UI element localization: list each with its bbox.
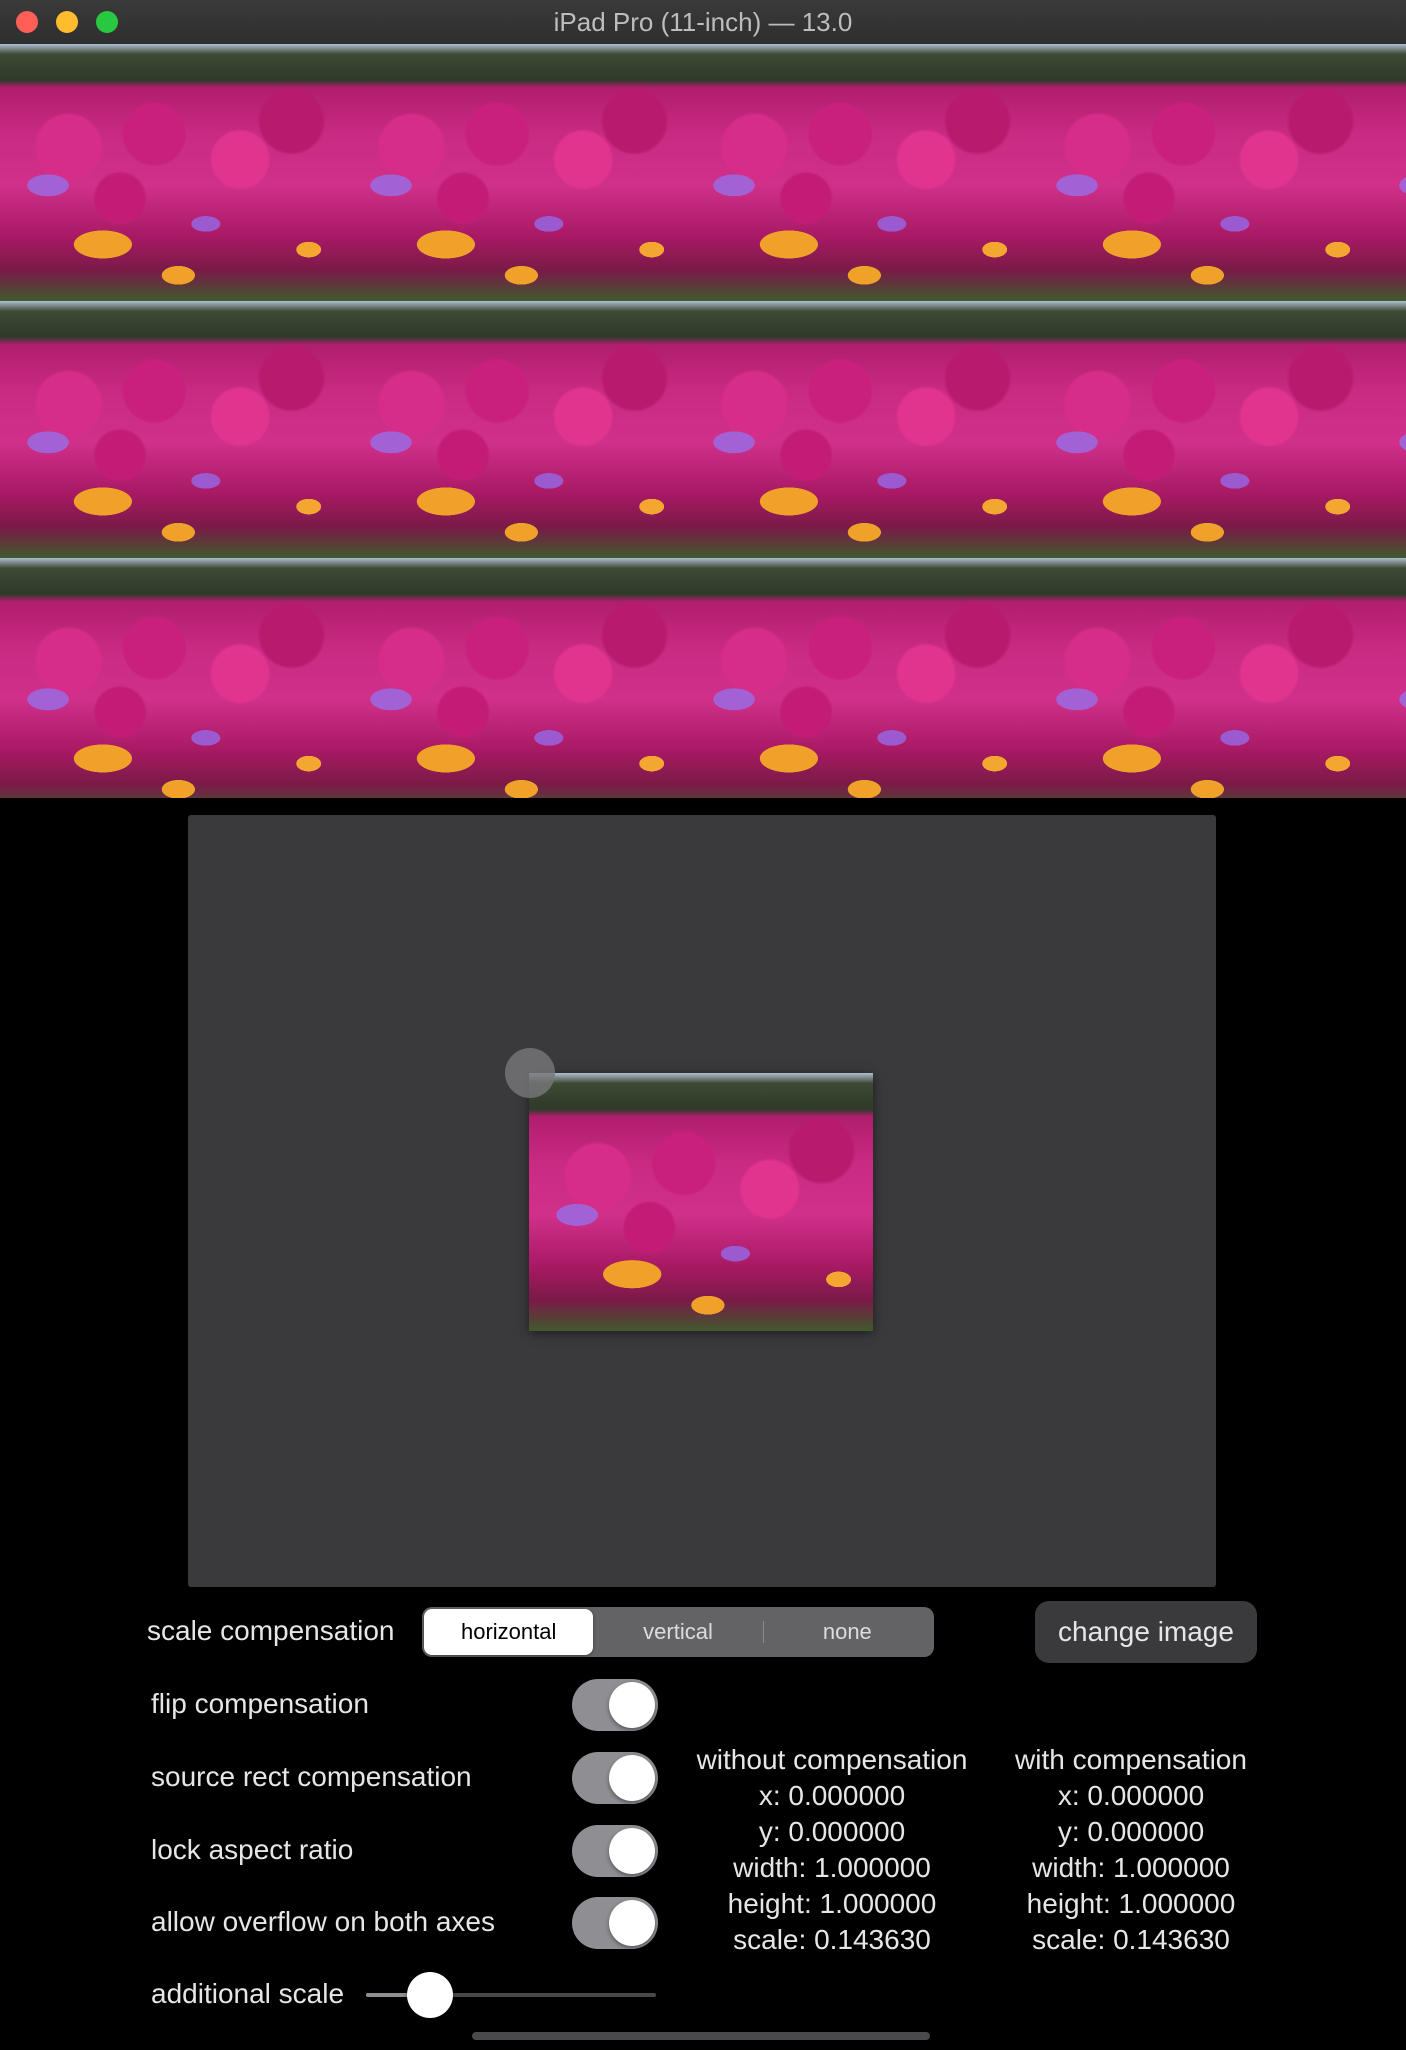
flip-compensation-toggle[interactable] — [572, 1679, 658, 1731]
result-width: width: 1.000000 — [733, 1852, 931, 1883]
home-indicator — [472, 2032, 930, 2040]
results-heading: with compensation — [1015, 1744, 1247, 1775]
allow-overflow-toggle[interactable] — [572, 1897, 658, 1949]
image-tile — [1372, 44, 1406, 301]
window-title: iPad Pro (11-inch) — 13.0 — [553, 7, 853, 37]
image-tile — [686, 44, 1029, 301]
toggle-knob — [609, 1682, 655, 1728]
resize-handle[interactable] — [505, 1048, 555, 1098]
image-tile — [343, 301, 686, 558]
result-width: width: 1.000000 — [1032, 1852, 1230, 1883]
with-compensation-results: with compensation x: 0.000000 y: 0.00000… — [1002, 1742, 1260, 1958]
image-tile — [686, 301, 1029, 558]
additional-scale-slider-thumb[interactable] — [406, 1972, 453, 2018]
result-scale: scale: 0.143630 — [733, 1924, 931, 1955]
image-tile — [0, 558, 343, 798]
image-tile — [0, 44, 343, 301]
source-rect-compensation-label: source rect compensation — [151, 1761, 472, 1792]
additional-scale-label: additional scale — [151, 1978, 345, 2009]
image-tile — [1029, 301, 1372, 558]
flip-compensation-label: flip compensation — [151, 1688, 369, 1719]
result-scale: scale: 0.143630 — [1032, 1924, 1230, 1955]
toggle-knob — [609, 1828, 655, 1874]
image-tile — [1029, 44, 1372, 301]
result-height: height: 1.000000 — [1026, 1888, 1236, 1919]
results-heading: without compensation — [696, 1744, 968, 1775]
source-rect-compensation-toggle[interactable] — [572, 1752, 658, 1804]
lock-aspect-ratio-toggle[interactable] — [572, 1825, 658, 1877]
toggle-knob — [609, 1900, 655, 1946]
allow-overflow-label: allow overflow on both axes — [151, 1906, 495, 1937]
segment-horizontal[interactable]: horizontal — [424, 1609, 594, 1655]
image-tile — [1372, 558, 1406, 798]
change-image-button[interactable]: change image — [1035, 1601, 1257, 1663]
image-tile — [1372, 301, 1406, 558]
image-tile — [343, 558, 686, 798]
crop-editor-panel — [188, 815, 1216, 1587]
result-y: y: 0.000000 — [758, 1816, 906, 1847]
image-tile — [0, 301, 343, 558]
image-tile — [343, 44, 686, 301]
result-height: height: 1.000000 — [727, 1888, 937, 1919]
segment-none[interactable]: none — [762, 1609, 932, 1655]
scale-compensation-label: scale compensation — [147, 1615, 395, 1646]
image-tile — [686, 558, 1029, 798]
without-compensation-results: without compensation x: 0.000000 y: 0.00… — [686, 1742, 978, 1958]
result-x: x: 0.000000 — [758, 1780, 906, 1811]
image-tile — [1029, 558, 1372, 798]
source-image-thumbnail[interactable] — [529, 1073, 873, 1331]
toggle-knob — [609, 1755, 655, 1801]
tiled-image-preview — [0, 44, 1406, 798]
result-y: y: 0.000000 — [1057, 1816, 1205, 1847]
window-titlebar: iPad Pro (11-inch) — 13.0 — [0, 0, 1406, 45]
result-x: x: 0.000000 — [1057, 1780, 1205, 1811]
scale-compensation-segmented-control[interactable]: horizontal vertical none — [422, 1607, 934, 1657]
segment-vertical[interactable]: vertical — [593, 1609, 762, 1655]
lock-aspect-ratio-label: lock aspect ratio — [151, 1834, 354, 1865]
